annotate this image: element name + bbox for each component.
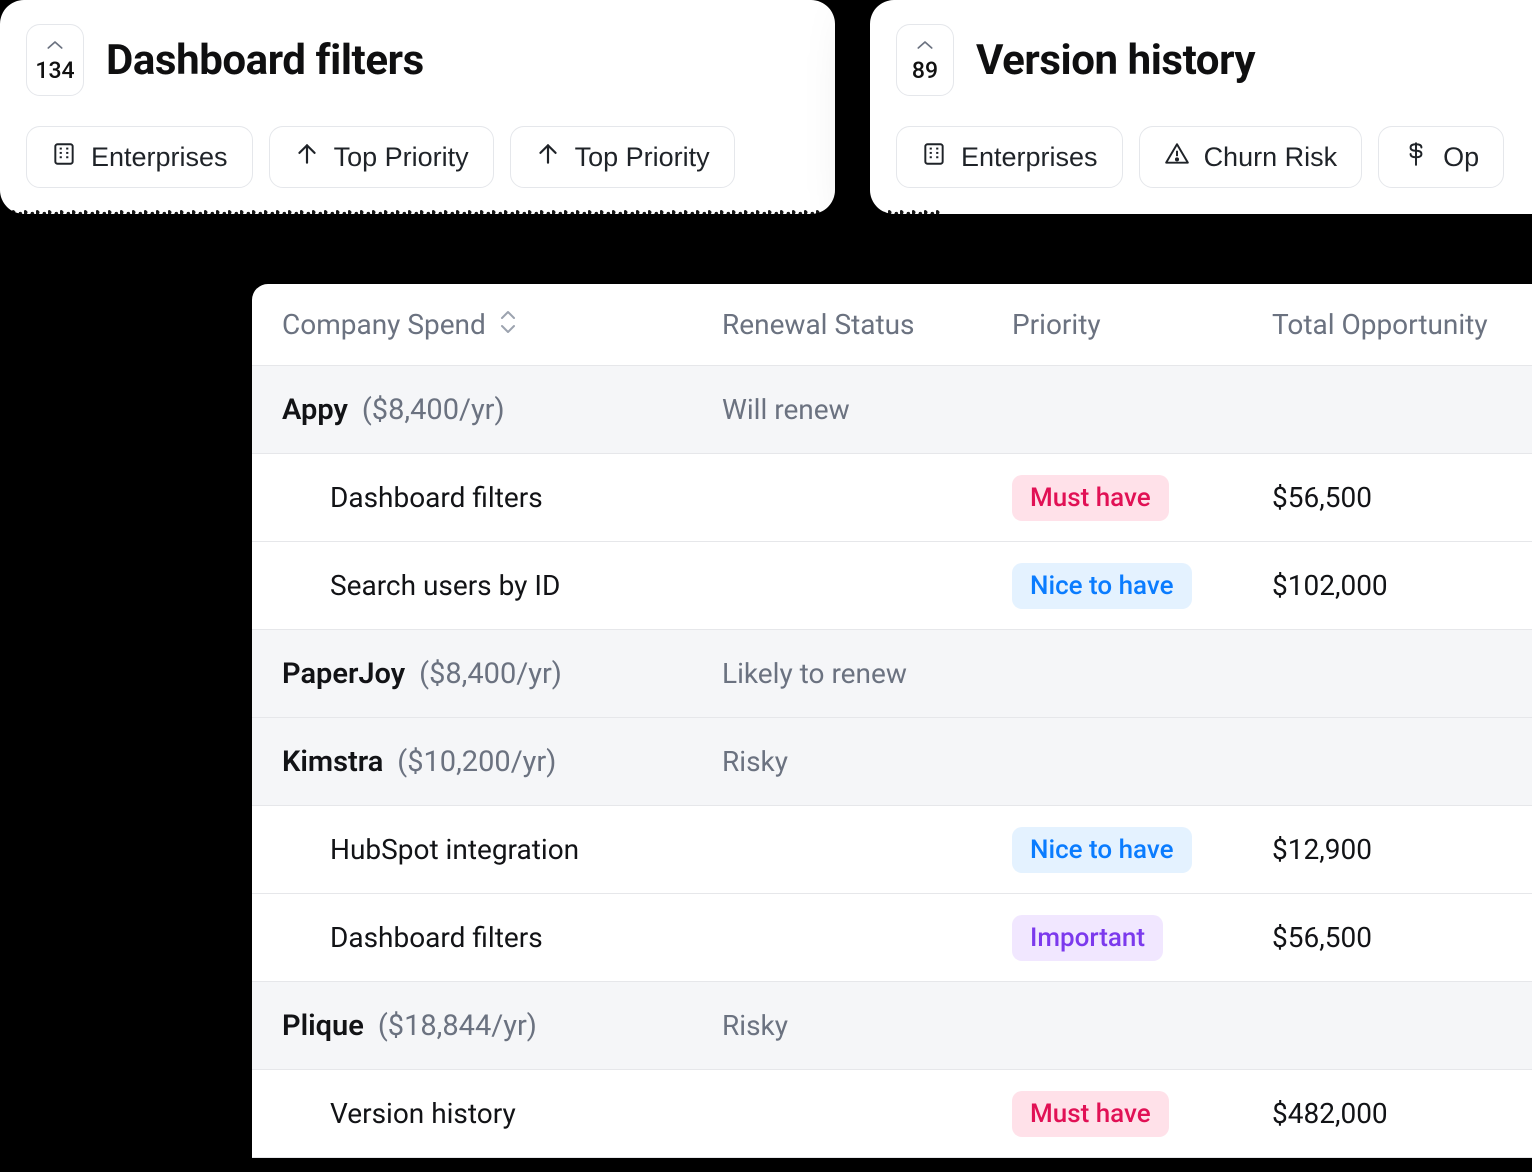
card-title: Dashboard filters — [106, 36, 424, 85]
dollar-icon — [1403, 141, 1429, 174]
chip-top-priority[interactable]: Top Priority — [510, 126, 735, 188]
vote-button[interactable]: 134 — [26, 24, 84, 96]
arrow-up-icon — [294, 141, 320, 174]
company-name: Kimstra — [282, 745, 383, 779]
chip-churn-risk[interactable]: Churn Risk — [1139, 126, 1363, 188]
company-name: Plique — [282, 1009, 364, 1043]
priority-badge: Important — [1012, 915, 1163, 961]
feature-name: Search users by ID — [282, 569, 722, 602]
chip-row: Enterprises Churn Risk Op — [896, 126, 1532, 188]
company-group-row[interactable]: Kimstra ($10,200/yr) Risky — [252, 718, 1532, 806]
opportunity-row[interactable]: Dashboard filters Must have $56,500 — [252, 454, 1532, 542]
renewal-status: Will renew — [722, 393, 1012, 426]
chevron-up-icon — [46, 36, 64, 55]
company-spend: ($10,200/yr) — [397, 745, 556, 779]
opportunity-value: $482,000 — [1272, 1097, 1532, 1130]
sort-icon — [498, 308, 518, 341]
opportunity-value: $56,500 — [1272, 481, 1532, 514]
chip-enterprises[interactable]: Enterprises — [26, 126, 253, 188]
company-name: Appy — [282, 393, 348, 427]
column-label: Priority — [1012, 308, 1101, 341]
feature-name: Version history — [282, 1097, 722, 1130]
renewal-status: Risky — [722, 1009, 1012, 1042]
priority-badge: Nice to have — [1012, 563, 1192, 609]
chip-label: Churn Risk — [1204, 142, 1338, 173]
column-total-opportunity[interactable]: Total Opportunity — [1272, 308, 1532, 341]
company-spend: ($18,844/yr) — [378, 1009, 537, 1043]
opportunity-value: $56,500 — [1272, 921, 1532, 954]
vote-count: 134 — [35, 57, 74, 84]
feature-name: Dashboard filters — [282, 921, 722, 954]
arrow-up-icon — [535, 141, 561, 174]
column-priority[interactable]: Priority — [1012, 308, 1272, 341]
warning-icon — [1164, 141, 1190, 174]
opportunity-table: Company Spend Renewal Status Priority To… — [252, 284, 1532, 1158]
opportunity-row[interactable]: Version history Must have $482,000 — [252, 1070, 1532, 1158]
company-name: PaperJoy — [282, 657, 405, 691]
opportunity-value: $12,900 — [1272, 833, 1532, 866]
column-label: Company Spend — [282, 308, 486, 341]
opportunity-row[interactable]: Search users by ID Nice to have $102,000 — [252, 542, 1532, 630]
renewal-status: Likely to renew — [722, 657, 1012, 690]
opportunity-value: $102,000 — [1272, 569, 1532, 602]
feature-name: HubSpot integration — [282, 833, 722, 866]
company-group-row[interactable]: PaperJoy ($8,400/yr) Likely to renew — [252, 630, 1532, 718]
opportunity-row[interactable]: HubSpot integration Nice to have $12,900 — [252, 806, 1532, 894]
vote-button[interactable]: 89 — [896, 24, 954, 96]
priority-badge: Nice to have — [1012, 827, 1192, 873]
card-title: Version history — [976, 36, 1255, 85]
chip-label: Enterprises — [91, 142, 228, 173]
chip-label: Op — [1443, 142, 1479, 173]
company-spend: ($8,400/yr) — [362, 393, 505, 427]
chevron-up-icon — [916, 36, 934, 55]
building-icon — [51, 141, 77, 174]
chip-label: Top Priority — [575, 142, 710, 173]
opportunity-row[interactable]: Dashboard filters Important $56,500 — [252, 894, 1532, 982]
renewal-status: Risky — [722, 745, 1012, 778]
feature-name: Dashboard filters — [282, 481, 722, 514]
priority-badge: Must have — [1012, 475, 1169, 521]
chip-row: Enterprises Top Priority Top Priority — [26, 126, 809, 188]
column-label: Total Opportunity — [1272, 308, 1488, 341]
filter-card-dashboard-filters: 134 Dashboard filters Enterprises Top Pr… — [0, 0, 835, 214]
chip-label: Top Priority — [334, 142, 469, 173]
chip-opportunity[interactable]: Op — [1378, 126, 1504, 188]
table-header: Company Spend Renewal Status Priority To… — [252, 284, 1532, 366]
chip-top-priority[interactable]: Top Priority — [269, 126, 494, 188]
column-renewal-status[interactable]: Renewal Status — [722, 308, 1012, 341]
company-spend: ($8,400/yr) — [419, 657, 562, 691]
column-company-spend[interactable]: Company Spend — [282, 308, 722, 341]
company-group-row[interactable]: Plique ($18,844/yr) Risky — [252, 982, 1532, 1070]
filter-card-version-history: 89 Version history Enterprises Churn Ris… — [870, 0, 1532, 214]
chip-enterprises[interactable]: Enterprises — [896, 126, 1123, 188]
building-icon — [921, 141, 947, 174]
vote-count: 89 — [912, 57, 938, 84]
column-label: Renewal Status — [722, 308, 915, 341]
priority-badge: Must have — [1012, 1091, 1169, 1137]
company-group-row[interactable]: Appy ($8,400/yr) Will renew — [252, 366, 1532, 454]
chip-label: Enterprises — [961, 142, 1098, 173]
